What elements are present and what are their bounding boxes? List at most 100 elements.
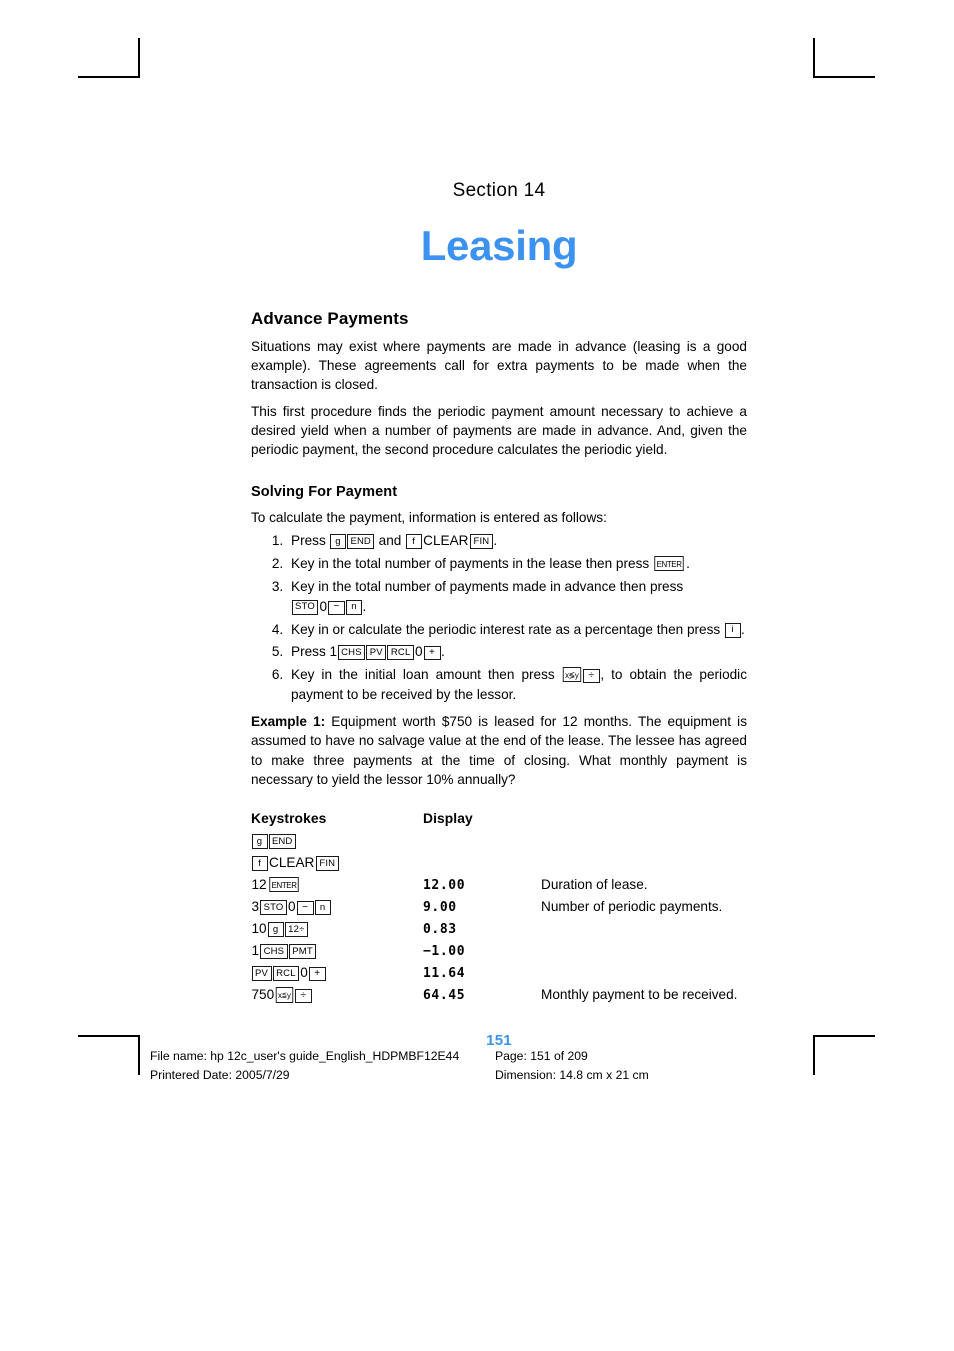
crop-mark-top-left (78, 38, 140, 78)
step-item-2: Key in the total number of payments in t… (287, 554, 747, 573)
table-row: 12 ENTER 12.00 Duration of lease. (251, 874, 747, 896)
key-plus[interactable]: + (423, 646, 441, 661)
key-label-zero: 0 (300, 965, 308, 981)
key-label-3: 3 (251, 899, 260, 915)
key-f[interactable]: f (405, 534, 422, 550)
key-fin[interactable]: FIN (315, 856, 339, 872)
table-row: 10 g 12÷ 0.83 (251, 918, 747, 940)
footer-row-2: Printered Date: 2005/7/29 Dimension: 14.… (150, 1066, 850, 1085)
step-text-after: . (441, 644, 445, 660)
crop-mark-top-right (813, 38, 875, 78)
step-item-4: Key in or calculate the periodic interes… (287, 620, 747, 639)
column-header-keystrokes: Keystrokes (251, 810, 327, 826)
keystroke-table: Keystrokes Display g END f CLEAR FIN 12 ENTE… (251, 811, 747, 1006)
cell-display: 12.00 (423, 878, 466, 894)
paragraph-example-1: Example 1: Equipment worth $750 is lease… (251, 712, 747, 789)
footer-file-name: File name: hp 12c_user's guide_English_H… (150, 1049, 460, 1063)
step-text-after: . (493, 533, 498, 549)
step-text: Press 1 (291, 644, 338, 660)
key-enter[interactable]: ENTER (268, 877, 299, 893)
footer-printed-date: Printered Date: 2005/7/29 (150, 1068, 290, 1082)
crop-mark-line-horizontal (78, 76, 140, 78)
paragraph-advance-payments-2: This first procedure finds the periodic … (251, 403, 747, 458)
cell-display: −1.00 (423, 944, 466, 960)
step-text: Press (291, 533, 326, 549)
example-label: Example 1: (251, 714, 326, 730)
step-text: Key in the initial loan amount then pres… (291, 667, 555, 683)
step-item-3: Key in the total number of payments made… (287, 577, 747, 616)
table-row: PV RCL 0 + 11.64 (251, 962, 747, 984)
key-label-12: 12 (251, 877, 267, 893)
example-text: Equipment worth $750 is leased for 12 mo… (251, 714, 747, 787)
cell-note (541, 962, 747, 984)
key-plus[interactable]: + (308, 967, 326, 982)
footer-page-of: Page: 151 of 209 (495, 1049, 588, 1063)
key-12-divide[interactable]: 12÷ (284, 922, 309, 938)
cell-display: 9.00 (423, 900, 457, 916)
page-footer: File name: hp 12c_user's guide_English_H… (150, 1047, 850, 1085)
step-text-after: . (362, 598, 367, 614)
key-g[interactable]: g (251, 834, 268, 850)
key-label-1: 1 (251, 943, 260, 959)
key-label-zero: 0 (319, 598, 328, 614)
key-n[interactable]: n (346, 599, 363, 615)
key-n[interactable]: n (314, 900, 331, 916)
key-end[interactable]: END (347, 534, 375, 550)
crop-mark-line-horizontal (78, 1035, 140, 1037)
key-i[interactable]: i (724, 622, 741, 638)
key-label-zero: 0 (414, 644, 423, 660)
key-chs[interactable]: CHS (260, 944, 288, 960)
key-rcl[interactable]: RCL (272, 966, 300, 982)
crop-mark-line-vertical (138, 38, 140, 78)
key-g[interactable]: g (330, 534, 347, 550)
cell-note: Monthly payment to be received. (541, 987, 738, 1003)
heading-advance-payments: Advance Payments (251, 309, 409, 328)
key-minus[interactable]: − (296, 901, 314, 916)
cell-display: 0.83 (423, 922, 457, 938)
column-header-display: Display (423, 810, 473, 826)
key-minus[interactable]: − (328, 600, 346, 615)
cell-note (541, 940, 747, 962)
cell-keystrokes: PV RCL 0 + (251, 962, 423, 984)
key-pv[interactable]: PV (366, 645, 387, 661)
key-pv[interactable]: PV (251, 966, 272, 982)
key-chs[interactable]: CHS (337, 645, 366, 661)
paragraph-solving-intro: To calculate the payment, information is… (251, 510, 607, 526)
step-item-5: Press 1CHSPVRCL0+. (287, 642, 747, 661)
key-x-exchange-y[interactable]: x≶y (562, 667, 582, 683)
paragraph-advance-payments-1: Situations may exist where payments are … (251, 339, 747, 393)
key-rcl[interactable]: RCL (387, 645, 414, 661)
cell-display: 11.64 (423, 966, 466, 982)
crop-mark-line-horizontal (813, 76, 875, 78)
table-row: f CLEAR FIN (251, 852, 747, 874)
step-item-6: Key in the initial loan amount then pres… (287, 665, 747, 704)
key-end[interactable]: END (268, 834, 296, 850)
cell-keystrokes: f CLEAR FIN (251, 852, 423, 874)
key-pmt[interactable]: PMT (288, 944, 317, 960)
key-enter[interactable]: ENTER (654, 556, 685, 572)
key-f[interactable]: f (251, 856, 268, 872)
key-x-exchange-y[interactable]: x≦y (275, 987, 294, 1004)
key-g[interactable]: g (267, 922, 284, 938)
cell-keystrokes: 1 CHS PMT (251, 940, 423, 962)
step-text-after: . (741, 621, 745, 637)
cell-note (541, 852, 747, 874)
step-text: Key in the total number of payments made… (291, 579, 684, 595)
key-sto[interactable]: STO (291, 599, 319, 615)
crop-mark-line-horizontal (813, 1035, 875, 1037)
step-text: Key in or calculate the periodic interes… (291, 621, 721, 637)
key-sto[interactable]: STO (260, 900, 288, 916)
cell-keystrokes: 750 x≦y ÷ (251, 984, 423, 1006)
cell-keystrokes: 3 STO 0− n (251, 896, 423, 918)
key-label-clear: CLEAR (423, 533, 469, 549)
cell-keystrokes: 12 ENTER (251, 874, 423, 896)
key-fin[interactable]: FIN (469, 534, 493, 550)
key-divide[interactable]: ÷ (294, 989, 312, 1004)
cell-note (541, 918, 747, 940)
step-text-mid: and (378, 533, 402, 549)
chapter-title: Leasing (420, 222, 578, 269)
step-item-1: Press gEND and fCLEARFIN. (287, 531, 747, 550)
step-text-after: . (686, 556, 690, 572)
cell-display (423, 830, 541, 852)
key-divide[interactable]: ÷ (582, 669, 600, 684)
